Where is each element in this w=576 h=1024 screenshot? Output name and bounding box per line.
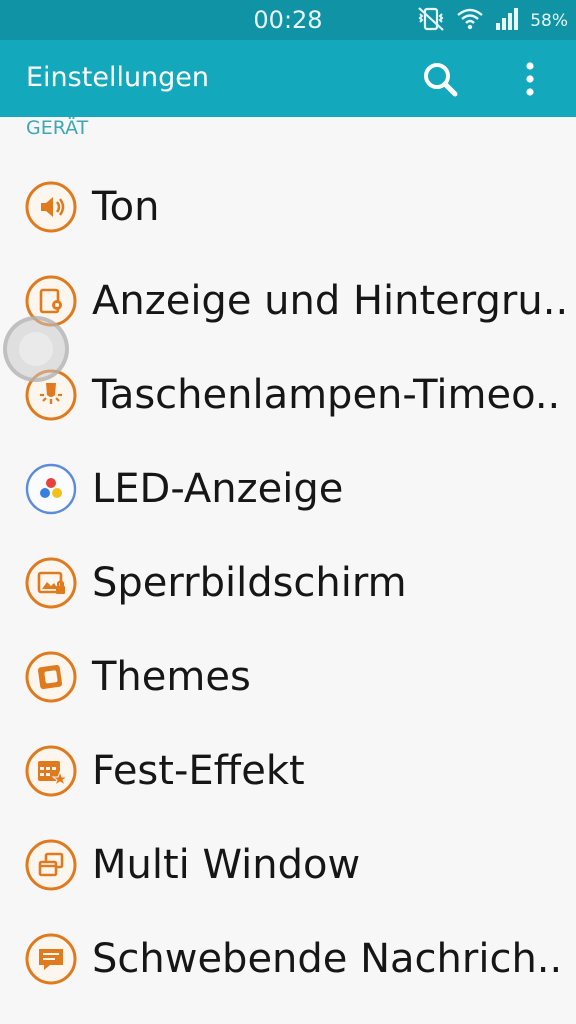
touch-indicator [3, 316, 69, 382]
lock-screen-icon [24, 556, 78, 610]
settings-item-label: Sperrbildschirm [92, 560, 407, 606]
signal-icon [494, 7, 520, 35]
wifi-icon [456, 6, 484, 36]
settings-item-label: Themes [92, 654, 251, 700]
settings-item-sound[interactable]: Ton [0, 160, 576, 254]
led-icon [24, 462, 78, 516]
mute-vibrate-icon [416, 6, 446, 36]
themes-icon [24, 650, 78, 704]
settings-item-festive-effect[interactable]: Fest-Effekt [0, 724, 576, 818]
speaker-icon [24, 180, 78, 234]
battery-percent: 58% [530, 11, 568, 31]
search-icon[interactable] [418, 58, 462, 102]
settings-item-multi-window[interactable]: Multi Window [0, 818, 576, 912]
settings-item-lock-screen[interactable]: Sperrbildschirm [0, 536, 576, 630]
floating-message-icon [24, 932, 78, 986]
settings-item-label: Anzeige und Hintergru.. [92, 278, 569, 324]
status-bar: 00:28 58% [0, 0, 576, 40]
touch-indicator-center [19, 332, 53, 366]
settings-item-label: Fest-Effekt [92, 748, 305, 794]
app-bar: Einstellungen [0, 40, 576, 117]
settings-item-themes[interactable]: Themes [0, 630, 576, 724]
settings-list: Ton Anzeige und Hintergru.. Taschenlampe… [0, 160, 576, 1006]
settings-item-display-wallpaper[interactable]: Anzeige und Hintergru.. [0, 254, 576, 348]
settings-item-label: Schwebende Nachrich.. [92, 936, 563, 982]
festive-effect-icon [24, 744, 78, 798]
more-options-icon[interactable] [512, 58, 548, 102]
settings-item-label: LED-Anzeige [92, 466, 344, 512]
status-icons: 58% [416, 6, 568, 36]
settings-item-flashlight-timeout[interactable]: Taschenlampen-Timeo.. [0, 348, 576, 442]
multi-window-icon [24, 838, 78, 892]
settings-item-led-indicator[interactable]: LED-Anzeige [0, 442, 576, 536]
page-title: Einstellungen [26, 62, 210, 93]
settings-item-label: Multi Window [92, 842, 361, 888]
settings-item-label: Taschenlampen-Timeo.. [92, 372, 561, 418]
settings-item-floating-messages[interactable]: Schwebende Nachrich.. [0, 912, 576, 1006]
section-header-device: GERÄT [26, 117, 89, 139]
settings-item-label: Ton [92, 184, 160, 230]
